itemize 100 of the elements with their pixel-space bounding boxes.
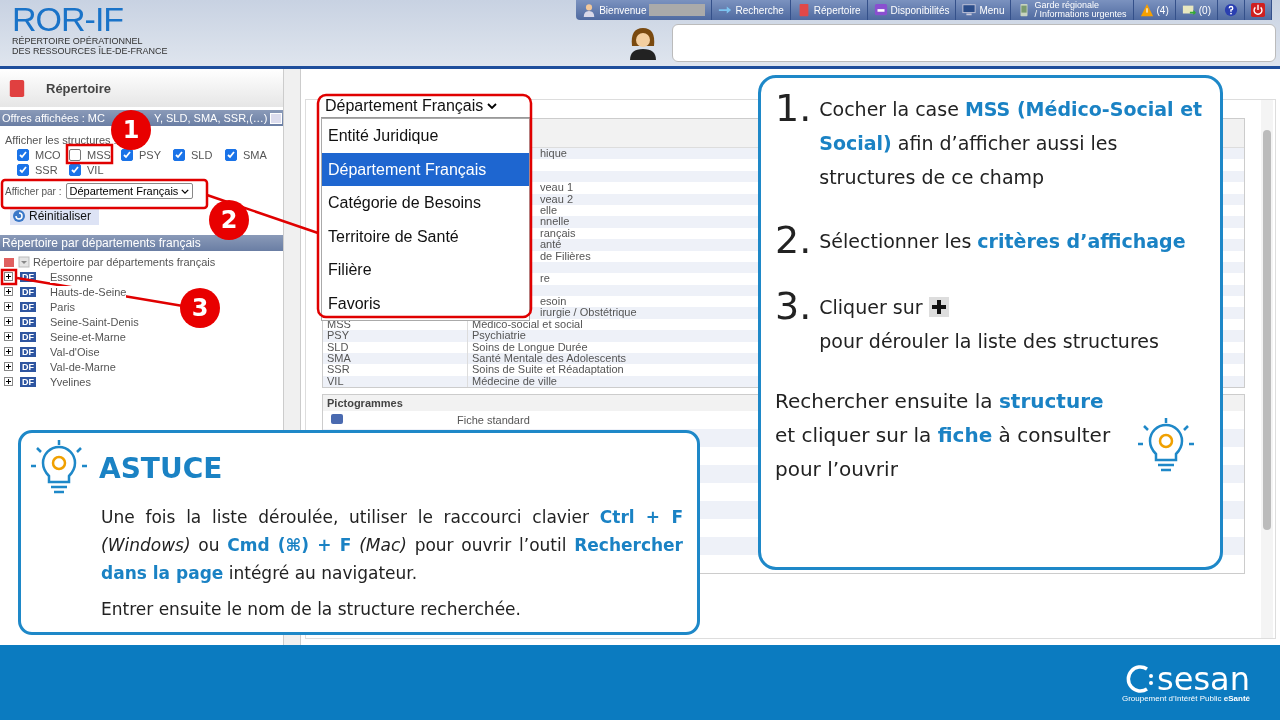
tree-item[interactable]: Essonne <box>50 270 93 283</box>
scrollbar[interactable] <box>1261 100 1273 638</box>
table-cell: hique <box>540 147 567 159</box>
collapse-icon[interactable] <box>18 255 30 268</box>
table-cell: SLD <box>327 340 349 353</box>
help-icon <box>1224 3 1238 17</box>
checkbox-label: MSS <box>87 148 111 161</box>
department-badge: DF <box>20 301 36 312</box>
tree-item[interactable]: Val-de-Marne <box>50 360 116 373</box>
display-by-select[interactable]: Département Français <box>65 183 194 199</box>
checkbox[interactable] <box>69 148 81 161</box>
department-badge: DF <box>20 316 36 327</box>
step-number: 1. <box>775 88 812 128</box>
tip-title: ASTUCE <box>99 451 223 485</box>
table-cell: re <box>540 272 550 285</box>
envelope-icon <box>1181 3 1196 17</box>
table-cell: Fiche standard <box>457 414 530 427</box>
checkbox-label: PSY <box>139 148 161 161</box>
file-icon <box>331 414 343 425</box>
display-by-label: Afficher par : <box>5 185 62 197</box>
step-number: 3. <box>775 286 812 326</box>
monitor-icon <box>962 3 977 17</box>
caret-icon <box>487 103 498 109</box>
nav-button[interactable]: Menu <box>956 0 1012 20</box>
table-cell: de Filières <box>540 249 591 262</box>
table-cell: Santé Mentale des Adolescents <box>472 352 627 365</box>
dropdown-option[interactable]: Territoire de Santé <box>322 219 529 253</box>
plus-icon <box>928 297 949 317</box>
department-badge: DF <box>20 361 36 372</box>
checkbox-label: VIL <box>87 163 104 176</box>
table-cell: Psychiatrie <box>472 329 526 342</box>
nav-button[interactable]: Bienvenue <box>576 0 713 20</box>
redacted-name <box>649 4 706 16</box>
nav-button[interactable]: Répertoire <box>790 0 868 20</box>
step-text: pour dérouler la liste des structures <box>819 329 1159 354</box>
table-cell: VIL <box>327 374 344 387</box>
display-by-select[interactable]: Département Français <box>321 95 530 118</box>
tree-header: Répertoire par départements français <box>0 235 283 251</box>
sidebar-title: Répertoire <box>46 80 112 96</box>
highlight-frame <box>65 143 114 165</box>
logo-title: ROR-IF <box>12 2 124 36</box>
step-number: 2. <box>775 220 812 260</box>
dropdown-option[interactable]: Filière <box>322 253 529 287</box>
table-cell: PSY <box>327 329 349 342</box>
tree-item[interactable]: Yvelines <box>50 375 91 388</box>
table-cell: esoin <box>540 295 567 308</box>
dropdown-option[interactable]: Catégorie de Besoins <box>322 186 529 220</box>
nav-button[interactable]: Garde régionale / Informations urgentes <box>1011 0 1134 20</box>
footer-tagline: Groupement d’Intérêt Public eSanté <box>1121 693 1250 703</box>
checkbox[interactable] <box>173 148 185 161</box>
checkbox[interactable] <box>225 148 237 161</box>
department-badge: DF <box>20 346 36 357</box>
tip-paragraph: Une fois la liste déroulée, utiliser le raccourci clavier Ctrl + F (Windows) ou Cmd (⌘) + F (Mac) pour ouvrir l’outil Rechercher dans la page intégré au navigateur. <box>101 506 683 585</box>
dropdown-option[interactable]: Département Français <box>322 152 529 186</box>
highlight-frame <box>0 268 18 286</box>
step-text: Cocher la case MSS (Médico-Social et Social) afin d’afficher aussi les structures de ce champ <box>819 97 1204 190</box>
warning-icon <box>1139 3 1154 17</box>
expand-icon[interactable] <box>4 347 13 356</box>
nav-button[interactable]: Disponibilités <box>867 0 957 20</box>
power-icon <box>1251 3 1265 17</box>
table-cell: Soins de Longue Durée <box>472 340 588 353</box>
expand-icon[interactable] <box>4 272 13 281</box>
tree-item[interactable]: Paris <box>50 300 76 313</box>
caret-icon <box>181 188 190 194</box>
checkbox[interactable] <box>17 163 29 176</box>
table-cell: Médico-social et social <box>472 317 583 330</box>
table-cell: veau 2 <box>540 192 574 205</box>
expand-icon[interactable] <box>4 302 13 311</box>
dropdown-option[interactable]: Entité Juridique <box>322 119 529 153</box>
person-icon <box>628 26 658 60</box>
logo-mark-icon <box>1125 663 1156 694</box>
department-badge: DF <box>20 331 36 342</box>
table-cell: nnelle <box>540 215 570 228</box>
nav-button[interactable]: Recherche <box>712 0 791 20</box>
nav-button[interactable]: (0) <box>1175 0 1218 20</box>
expand-icon[interactable] <box>4 287 13 296</box>
person-icon <box>582 3 597 17</box>
table-cell: irurgie / Obstétrique <box>540 306 637 319</box>
bed-icon <box>873 3 888 17</box>
checkbox[interactable] <box>17 148 29 161</box>
folder-icon <box>8 77 26 99</box>
expand-icon[interactable] <box>4 332 13 341</box>
checkbox-label: SLD <box>191 148 213 161</box>
step-text: Sélectionner les critères d’affichage <box>819 229 1186 254</box>
logo-subtitle: DES RESSOURCES ÎLE-DE-FRANCE <box>12 46 169 56</box>
expand-icon[interactable] <box>4 377 13 386</box>
tree-item[interactable]: Seine-Saint-Denis <box>50 315 139 328</box>
nav-button[interactable]: (4) <box>1133 0 1176 20</box>
tree-item[interactable]: Seine-et-Marne <box>50 330 126 343</box>
tree-item[interactable]: Hauts-de-Seine <box>50 285 127 298</box>
table-cell: rançais <box>540 226 576 239</box>
tree-item[interactable]: Val-d'Oise <box>50 345 100 358</box>
checkbox-label: MCO <box>35 148 61 161</box>
tip-paragraph: Entrer ensuite le nom de la structure recherchée. <box>101 598 522 621</box>
expand-icon[interactable] <box>4 362 13 371</box>
dropdown-option[interactable]: Favoris <box>322 286 529 320</box>
step-text: Cliquer sur <box>819 296 923 318</box>
table-cell: anté <box>540 238 562 251</box>
logo-subtitle: RÉPERTOIRE OPÉRATIONNEL <box>12 36 144 46</box>
expand-icon[interactable] <box>4 317 13 326</box>
